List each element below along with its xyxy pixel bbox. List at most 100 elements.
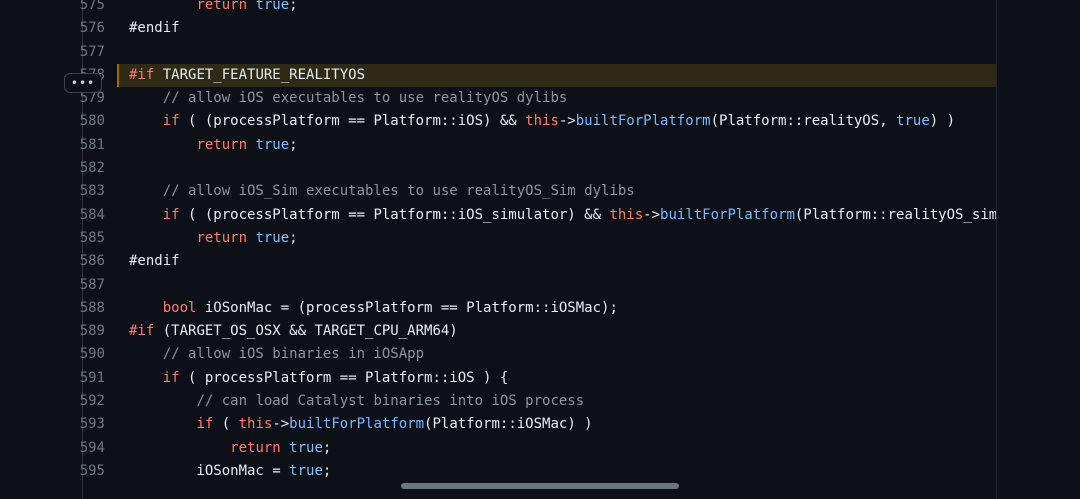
line-number[interactable]: 590 bbox=[0, 343, 105, 366]
code-line: 580 if ( (processPlatform == Platform::i… bbox=[0, 110, 1080, 133]
line-content: #endif bbox=[119, 17, 996, 40]
line-content: #if TARGET_FEATURE_REALITYOS bbox=[119, 63, 996, 88]
line-content: // allow iOS binaries in iOSApp bbox=[119, 343, 996, 366]
code-token: this bbox=[525, 113, 559, 130]
code-token: true bbox=[255, 229, 290, 246]
line-content: // allow iOS_Sim executables to use real… bbox=[119, 180, 996, 203]
line-number[interactable]: 585 bbox=[0, 227, 105, 250]
line-content: return true; bbox=[119, 134, 996, 157]
expand-lines-button[interactable]: ••• bbox=[64, 73, 102, 93]
code-line: 585 return true; bbox=[0, 227, 1080, 250]
code-line: 582 bbox=[0, 157, 1080, 180]
code-token: return bbox=[196, 0, 248, 13]
line-content bbox=[119, 157, 996, 180]
line-number[interactable]: 589 bbox=[0, 320, 105, 343]
line-content: iOSonMac = true; bbox=[119, 460, 996, 483]
code-line: 584 if ( (processPlatform == Platform::i… bbox=[0, 204, 1080, 227]
code-token: true bbox=[255, 136, 290, 153]
code-token: ; bbox=[322, 462, 332, 479]
code-token: true bbox=[255, 0, 290, 13]
code-line: 594 return true; bbox=[0, 437, 1080, 460]
code-line: 589 #if (TARGET_OS_OSX && TARGET_CPU_ARM6… bbox=[0, 320, 1080, 343]
code-token: (TARGET_OS_OSX && TARGET_CPU_ARM64) bbox=[154, 323, 458, 340]
code-line: 575 return true; bbox=[0, 0, 1080, 17]
line-content: return true; bbox=[119, 227, 996, 250]
line-number[interactable]: 587 bbox=[0, 274, 105, 297]
code-token: iOSonMac = (processPlatform == Platform:… bbox=[196, 299, 618, 316]
code-token: if bbox=[162, 113, 180, 130]
code-token: ; bbox=[289, 229, 298, 246]
horizontal-scrollbar[interactable] bbox=[401, 483, 679, 489]
line-content: if ( (processPlatform == Platform::iOS) … bbox=[119, 110, 996, 133]
code-token: this bbox=[238, 416, 273, 433]
code-token: // can load Catalyst binaries into iOS p… bbox=[196, 393, 585, 410]
line-number[interactable]: 588 bbox=[0, 297, 105, 320]
code-token: -> bbox=[272, 416, 290, 433]
code-viewer: 575 return true;576#endif577578#if TARGE… bbox=[0, 0, 1080, 499]
code-line: 592 // can load Catalyst binaries into i… bbox=[0, 390, 1080, 413]
code-token: true bbox=[896, 113, 930, 130]
code-token: -> bbox=[558, 113, 576, 130]
line-number[interactable]: 586 bbox=[0, 250, 105, 273]
line-content: #if (TARGET_OS_OSX && TARGET_CPU_ARM64) bbox=[119, 320, 996, 343]
code-token: if bbox=[162, 369, 180, 386]
code-token: (Platform::iOSMac) ) bbox=[424, 416, 593, 433]
code-line: 588 bool iOSonMac = (processPlatform == … bbox=[0, 297, 1080, 320]
line-content: if ( (processPlatform == Platform::iOS_s… bbox=[119, 204, 996, 227]
code-token: // allow iOS_Sim executables to use real… bbox=[162, 183, 635, 200]
line-content bbox=[119, 274, 996, 297]
code-token: // allow iOS executables to use realityO… bbox=[162, 90, 568, 107]
code-token: return bbox=[230, 439, 281, 456]
line-number[interactable]: 594 bbox=[0, 437, 105, 460]
code-token: bool bbox=[162, 299, 197, 316]
code-token: #endif bbox=[129, 20, 180, 37]
code-line: 586 #endif bbox=[0, 250, 1080, 273]
line-content: // can load Catalyst binaries into iOS p… bbox=[119, 390, 996, 413]
line-number[interactable]: 577 bbox=[0, 41, 105, 64]
line-number[interactable]: 580 bbox=[0, 110, 105, 133]
line-number[interactable]: 592 bbox=[0, 390, 105, 413]
code-token: true bbox=[289, 462, 323, 479]
line-number[interactable]: 575 bbox=[0, 0, 105, 17]
line-content: // allow iOS executables to use realityO… bbox=[119, 87, 996, 110]
code-line: 593 if ( this->builtForPlatform(Platform… bbox=[0, 413, 1080, 436]
line-number[interactable]: 582 bbox=[0, 157, 105, 180]
code-token: return bbox=[196, 136, 248, 153]
code-token: builtForPlatform bbox=[289, 416, 425, 433]
code-token: // allow iOS binaries in iOSApp bbox=[162, 346, 425, 363]
line-number[interactable]: 583 bbox=[0, 180, 105, 203]
line-content: bool iOSonMac = (processPlatform == Plat… bbox=[119, 297, 996, 320]
code-token: ) ) bbox=[929, 113, 956, 130]
line-content bbox=[119, 41, 996, 64]
line-number[interactable]: 576 bbox=[0, 17, 105, 40]
code-token: (Platform::realityOS, bbox=[710, 113, 897, 130]
line-number[interactable]: 593 bbox=[0, 413, 105, 436]
code-token: if bbox=[162, 206, 180, 223]
code-line: 576 #endif bbox=[0, 17, 1080, 40]
line-content: if ( this->builtForPlatform(Platform::iO… bbox=[119, 413, 996, 436]
code-token: -> bbox=[643, 206, 661, 223]
code-token: builtForPlatform bbox=[660, 206, 795, 223]
code-line: 581 return true; bbox=[0, 134, 1080, 157]
code-token: TARGET_FEATURE_REALITYOS bbox=[154, 66, 366, 83]
code-line: 577 bbox=[0, 41, 1080, 64]
line-number[interactable]: 584 bbox=[0, 204, 105, 227]
line-number[interactable]: 581 bbox=[0, 134, 105, 157]
line-number[interactable]: 595 bbox=[0, 460, 105, 483]
code-line: 591 if ( processPlatform == Platform::iO… bbox=[0, 367, 1080, 390]
code-token: ( (processPlatform == Platform::iOS) && bbox=[179, 113, 526, 130]
code-token: builtForPlatform bbox=[575, 113, 711, 130]
code-token: #endif bbox=[129, 253, 180, 270]
line-number[interactable]: 591 bbox=[0, 367, 105, 390]
code-token: #if bbox=[129, 66, 155, 83]
code-lines: 575 return true;576#endif577578#if TARGE… bbox=[0, 0, 1080, 483]
